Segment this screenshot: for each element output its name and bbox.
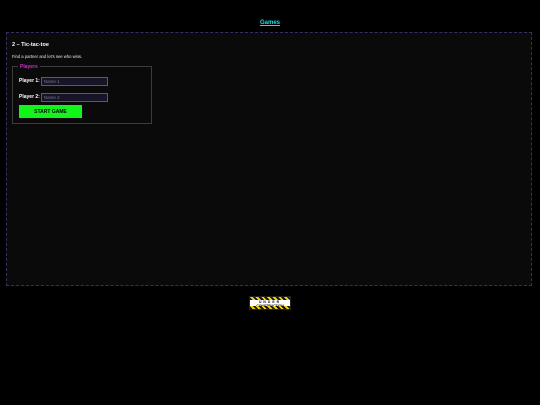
player1-input[interactable]	[40, 76, 108, 86]
hazard-stripe-bottom	[250, 306, 290, 309]
player1-row: Player 1:	[19, 76, 108, 86]
player2-row: Player 2:	[19, 92, 108, 102]
under-construction-badge: UNDER CONSTRUCTION	[249, 296, 291, 310]
page-subtitle: Find a partner and let's see who wins.	[12, 54, 83, 59]
top-nav: Games	[0, 11, 540, 29]
player2-input[interactable]	[40, 92, 108, 102]
page-title: 2 – Tic-tac-toe	[12, 42, 49, 48]
players-fieldset: Players Player 1: Player 2: START GAME	[12, 64, 152, 124]
player1-label: Player 1:	[19, 78, 40, 84]
game-panel: 2 – Tic-tac-toe Find a partner and let's…	[6, 32, 532, 286]
player2-label: Player 2:	[19, 94, 40, 100]
players-legend: Players	[18, 64, 40, 70]
start-game-button[interactable]: START GAME	[19, 105, 82, 118]
games-link[interactable]: Games	[260, 20, 280, 26]
